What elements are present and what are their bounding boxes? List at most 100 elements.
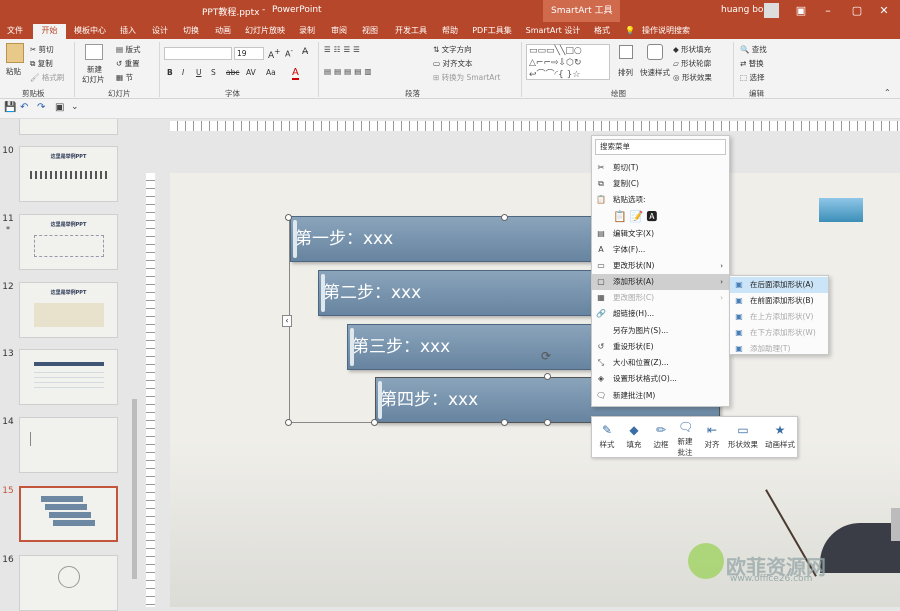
context-menu-item[interactable]: ✂ 剪切(T) <box>592 160 729 176</box>
undo-icon[interactable]: ↶ <box>20 102 28 113</box>
tab-transition[interactable]: 切换 <box>180 24 202 39</box>
collapse-ribbon-icon[interactable]: ⌃ <box>884 88 891 97</box>
slide-canvas[interactable]: ‹ 第一步：xxx 第二步：xxx 第三步：xxx 第四步：xxx ⟳ 欧菲资源… <box>170 173 900 607</box>
animation-style-button[interactable]: ★ 动画样式 <box>762 417 798 459</box>
paste-options-icons[interactable]: 📋📝🅰 <box>613 208 673 223</box>
replace-button[interactable]: ⇄ 替换 <box>740 58 764 69</box>
customize-qat-icon[interactable]: ⌄ <box>71 102 79 112</box>
context-menu-item[interactable]: A 字体(F)... <box>592 242 729 258</box>
resize-handle[interactable] <box>544 419 551 426</box>
paste-button[interactable]: 粘贴 <box>6 66 21 77</box>
shadow-icon[interactable]: S <box>211 68 216 77</box>
new-slide-icon[interactable] <box>85 44 103 60</box>
resize-handle[interactable] <box>501 214 508 221</box>
tell-me-search[interactable]: 操作说明搜索 <box>640 24 692 39</box>
tab-dev[interactable]: 开发工具 <box>391 24 431 39</box>
bold-icon[interactable]: B <box>167 68 173 77</box>
shapes-gallery[interactable]: ▭▭▭╲╲□○ △⌐⌐⇨⇩⬡↻ ↩⌒⌒◜{ }☆ <box>526 44 610 80</box>
tab-file[interactable]: 文件 <box>4 24 26 39</box>
layout-button[interactable]: ▤ 版式 <box>116 44 140 55</box>
submenu-item[interactable]: ▣ 在后面添加形状(A) <box>730 277 828 293</box>
char-spacing-icon[interactable]: AV <box>246 68 256 77</box>
thumbnail-scrollbar[interactable] <box>130 119 139 607</box>
new-comment-button[interactable]: 🗨 新建 批注 <box>674 417 696 459</box>
text-pane-toggle-icon[interactable]: ‹ <box>282 315 292 327</box>
start-slideshow-icon[interactable]: ▣ <box>55 102 64 113</box>
paste-icon[interactable] <box>6 43 24 63</box>
tab-smartart-design[interactable]: SmartArt 设计 <box>523 24 583 39</box>
context-menu-item[interactable]: ↺ 重设形状(E) <box>592 339 729 355</box>
close-icon[interactable]: ✕ <box>876 3 892 19</box>
tab-pdf[interactable]: PDF工具集 <box>471 24 513 39</box>
quick-styles-button[interactable]: 快速样式 <box>640 67 670 78</box>
context-menu-item[interactable]: 🗨 新建批注(M) <box>592 388 729 404</box>
align-buttons-icon[interactable]: ▤▤▤▤▥ <box>324 67 374 76</box>
change-case-icon[interactable]: Aa <box>266 68 276 77</box>
avatar[interactable] <box>764 3 779 18</box>
save-icon[interactable]: 💾 <box>4 102 16 113</box>
strikethrough-icon[interactable]: abc <box>226 68 239 77</box>
style-button[interactable]: ✎ 样式 <box>594 417 620 459</box>
ribbon-display-icon[interactable]: ▣ <box>793 3 809 19</box>
slide-thumbnail[interactable] <box>19 417 118 473</box>
resize-handle[interactable] <box>501 419 508 426</box>
fill-button[interactable]: ◆ 填充 <box>621 417 647 459</box>
tab-format[interactable]: 格式 <box>590 24 614 39</box>
shape-outline-button[interactable]: ▱ 形状轮廓 <box>673 58 711 69</box>
section-button[interactable]: ▦ 节 <box>116 72 133 83</box>
format-painter-button[interactable]: 🖌 格式刷 <box>30 72 64 83</box>
context-menu-item[interactable]: ⧉ 复制(C) <box>592 176 729 192</box>
tab-home[interactable]: 开始 <box>33 24 66 39</box>
slide-thumbnail[interactable] <box>19 119 118 135</box>
convert-smartart-button[interactable]: ⊞ 转换为 SmartArt <box>433 72 500 83</box>
context-menu-item[interactable]: ◈ 设置形状格式(O)... <box>592 371 729 387</box>
step-box-1[interactable]: 第一步：xxx <box>290 216 600 262</box>
submenu-item[interactable]: ▣ 在前面添加形状(B) <box>730 293 828 309</box>
slide-thumbnail[interactable]: 这里是举例PPT <box>19 282 118 338</box>
context-menu-item[interactable]: ⤡ 大小和位置(Z)... <box>592 355 729 371</box>
text-direction-button[interactable]: ⇅ 文字方向 <box>433 44 472 55</box>
tab-view[interactable]: 视图 <box>359 24 381 39</box>
tab-help[interactable]: 帮助 <box>439 24 461 39</box>
tab-template[interactable]: 模板中心 <box>72 24 108 39</box>
slide-scrollbar-thumb[interactable] <box>891 508 900 541</box>
context-menu-item[interactable]: 📋 粘贴选项: <box>592 192 729 208</box>
font-size-input[interactable]: 19 <box>234 47 264 60</box>
select-button[interactable]: ⬚ 选择 <box>740 72 764 83</box>
slide-thumbnail[interactable] <box>19 349 118 405</box>
shape-effects-button[interactable]: ◎ 形状效果 <box>673 72 712 83</box>
minimize-icon[interactable]: – <box>820 3 836 19</box>
list-buttons-icon[interactable]: ☰☷☰☰ <box>324 45 363 54</box>
tab-animation[interactable]: 动画 <box>212 24 234 39</box>
grow-font-icon[interactable]: A+ <box>268 47 280 61</box>
italic-icon[interactable]: I <box>182 68 184 77</box>
slide-thumbnail[interactable]: 这里是举例PPT <box>19 146 118 202</box>
context-menu-item[interactable]: ▭ 更改形状(N) › <box>592 258 729 274</box>
tab-slideshow[interactable]: 幻灯片放映 <box>243 24 287 39</box>
find-button[interactable]: 🔍 查找 <box>740 44 767 55</box>
menu-search-input[interactable]: 搜索菜单 <box>595 139 726 155</box>
redo-icon[interactable]: ↷ <box>37 102 45 113</box>
tab-review[interactable]: 审阅 <box>328 24 350 39</box>
shape-effects-mini-button[interactable]: ▭ 形状效果 <box>725 417 761 459</box>
tab-record[interactable]: 录制 <box>296 24 318 39</box>
border-button[interactable]: ✏ 边框 <box>648 417 674 459</box>
context-menu-item[interactable]: ▤ 编辑文字(X) <box>592 226 729 242</box>
underline-icon[interactable]: U <box>196 68 202 77</box>
context-menu-item[interactable]: 另存为图片(S)... <box>592 323 729 339</box>
context-menu-item[interactable]: 🔗 超链接(H)... <box>592 306 729 322</box>
reset-button[interactable]: ↺ 重置 <box>116 58 140 69</box>
arrange-button[interactable]: 排列 <box>618 67 633 78</box>
new-slide-label-2[interactable]: 幻灯片 <box>82 74 105 85</box>
step-box-3[interactable]: 第三步：xxx <box>347 324 627 370</box>
shrink-font-icon[interactable]: A- <box>285 47 293 59</box>
slide-thumbnail-selected[interactable] <box>19 486 118 542</box>
tab-insert[interactable]: 插入 <box>117 24 139 39</box>
maximize-icon[interactable]: ▢ <box>849 3 865 19</box>
context-menu-item[interactable]: ▢ 添加形状(A) › <box>592 274 729 290</box>
clear-format-icon[interactable]: A̶ <box>302 47 308 57</box>
font-name-input[interactable] <box>164 47 232 60</box>
align-text-button[interactable]: ▭ 对齐文本 <box>433 58 472 69</box>
rotate-handle-icon[interactable]: ⟳ <box>541 349 551 363</box>
user-name[interactable]: huang bo <box>721 5 763 15</box>
